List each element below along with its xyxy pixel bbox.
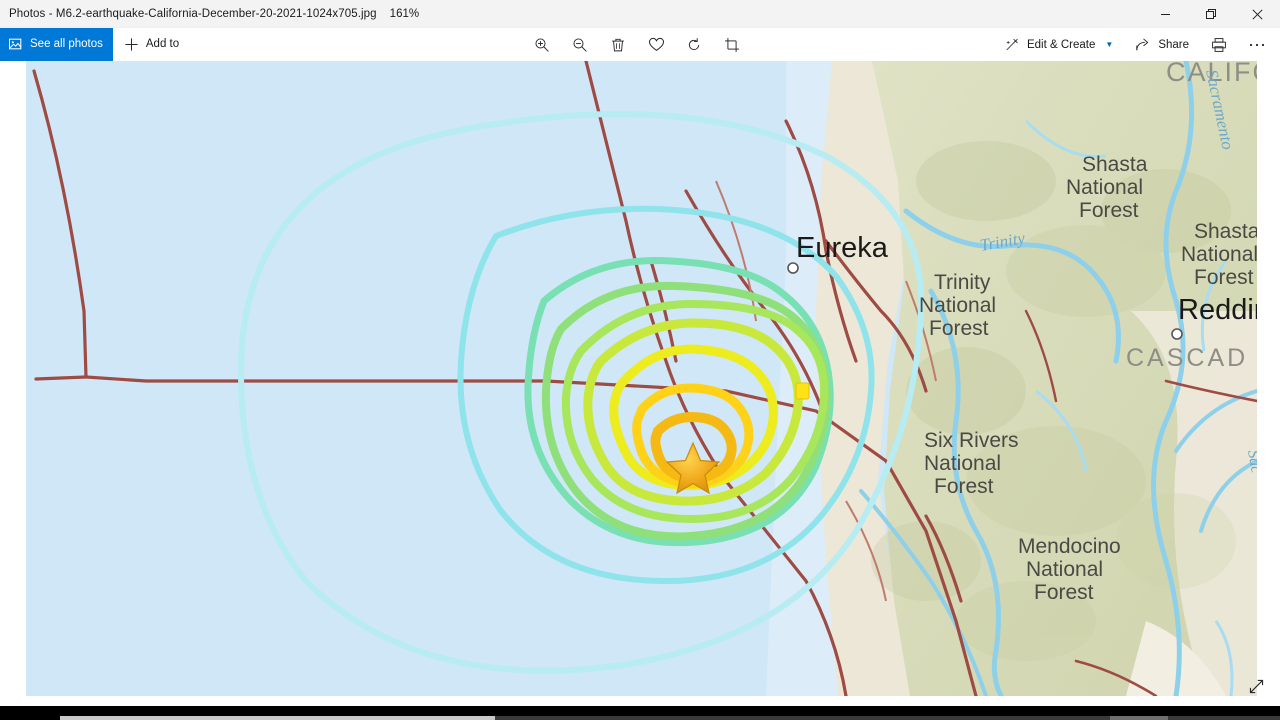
minimize-button[interactable] <box>1142 0 1188 28</box>
close-icon <box>1251 8 1263 20</box>
taskbar-segment-1[interactable] <box>60 716 495 720</box>
share-icon <box>1136 38 1149 50</box>
add-to-label: Add to <box>145 38 180 50</box>
fullscreen-button[interactable] <box>1242 672 1270 700</box>
svg-text:Forest: Forest <box>1194 266 1254 289</box>
see-all-photos-button[interactable]: See all photos <box>0 27 113 61</box>
zoom-level-indicator: 161% <box>389 7 420 20</box>
restore-button[interactable] <box>1188 0 1234 28</box>
svg-text:National: National <box>919 294 996 317</box>
zoom-out-button[interactable] <box>561 28 599 61</box>
taskbar-segment-3[interactable] <box>1110 716 1168 720</box>
window-title: Photos - M6.2-earthquake-California-Dece… <box>9 7 377 20</box>
heart-icon <box>648 37 664 51</box>
svg-text:Forest: Forest <box>929 317 989 340</box>
add-to-button[interactable]: Add to <box>113 28 190 61</box>
trash-icon <box>612 38 624 51</box>
city-marker-redding[interactable] <box>1171 328 1183 340</box>
zoom-in-button[interactable] <box>523 28 561 61</box>
restore-icon <box>1205 8 1216 19</box>
minimize-icon <box>1160 13 1170 15</box>
toolbar: See all photos Add to Edit & Create ▼ Sh… <box>0 27 1280 61</box>
print-button[interactable] <box>1200 28 1238 61</box>
edit-create-button[interactable]: Edit & Create ▼ <box>994 28 1124 61</box>
svg-text:Mendocino: Mendocino <box>1018 535 1121 558</box>
plus-icon <box>125 37 138 51</box>
photo-collection-icon <box>9 38 22 50</box>
taskbar-segment-4[interactable] <box>1168 716 1280 720</box>
share-button[interactable]: Share <box>1124 28 1200 61</box>
city-label-redding: Redding <box>1178 294 1257 326</box>
see-all-photos-label: See all photos <box>30 38 103 50</box>
svg-text:Forest: Forest <box>934 475 994 498</box>
more-options-button[interactable] <box>1238 28 1276 61</box>
edit-create-label: Edit & Create <box>1026 38 1096 51</box>
shakemap-graphic: CALIFORNIA CASCAD Sacramento Trinity Sac… <box>26 61 1257 696</box>
ellipsis-icon <box>1249 43 1265 46</box>
toolbar-right-group: Edit & Create ▼ Share <box>994 28 1276 61</box>
svg-text:Six Rivers: Six Rivers <box>924 429 1019 452</box>
crop-icon <box>725 37 739 52</box>
rotate-button[interactable] <box>675 28 713 61</box>
svg-text:Forest: Forest <box>1034 581 1094 604</box>
city-label-eureka: Eureka <box>796 232 889 264</box>
printer-icon <box>1212 37 1226 52</box>
intensity-station-marker[interactable] <box>795 382 810 400</box>
crop-button[interactable] <box>713 28 751 61</box>
photos-app-window: Photos - M6.2-earthquake-California-Dece… <box>0 0 1280 720</box>
zoom-in-icon <box>535 37 549 52</box>
svg-text:Trinity: Trinity <box>934 271 991 294</box>
magic-wand-icon <box>1006 38 1018 51</box>
svg-text:Forest: Forest <box>1079 199 1139 222</box>
svg-text:National: National <box>924 452 1001 475</box>
rotate-icon <box>688 37 700 50</box>
fullscreen-icon <box>1249 679 1263 693</box>
delete-button[interactable] <box>599 28 637 61</box>
svg-text:National: National <box>1066 176 1143 199</box>
chevron-down-icon: ▼ <box>1105 40 1114 49</box>
svg-text:Shasta: Shasta <box>1082 153 1148 176</box>
region-label-cascade: CASCAD <box>1126 344 1248 372</box>
window-controls <box>1142 0 1280 28</box>
favorite-button[interactable] <box>637 28 675 61</box>
image-viewer[interactable]: CALIFORNIA CASCAD Sacramento Trinity Sac… <box>0 61 1280 706</box>
zoom-out-icon <box>573 37 587 52</box>
taskbar-sliver[interactable] <box>0 706 1280 720</box>
city-marker-eureka[interactable] <box>787 262 799 274</box>
close-button[interactable] <box>1234 0 1280 28</box>
svg-text:National: National <box>1026 558 1103 581</box>
title-bar: Photos - M6.2-earthquake-California-Dece… <box>0 0 1280 28</box>
svg-text:Shasta: Shasta <box>1194 220 1257 243</box>
earthquake-shakemap-image[interactable]: CALIFORNIA CASCAD Sacramento Trinity Sac… <box>26 61 1257 696</box>
taskbar-segment-2[interactable] <box>495 716 1110 720</box>
toolbar-center-group <box>523 28 751 61</box>
svg-text:National: National <box>1181 243 1257 266</box>
share-label: Share <box>1158 38 1189 51</box>
